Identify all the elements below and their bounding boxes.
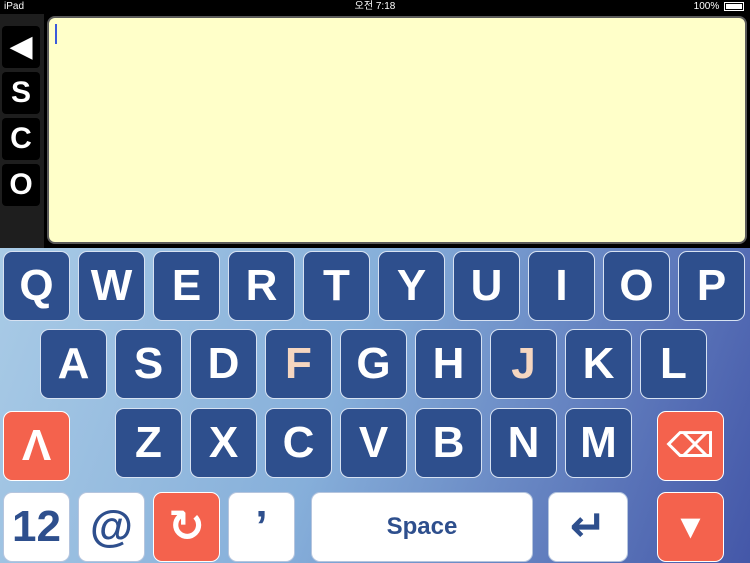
backspace-key[interactable]: ⌫	[657, 411, 724, 481]
hide-keyboard-key[interactable]: ▼	[657, 492, 724, 562]
battery-icon	[724, 1, 744, 11]
key-m[interactable]: M	[565, 408, 632, 478]
key-k[interactable]: K	[565, 329, 632, 399]
key-n[interactable]: N	[490, 408, 557, 478]
key-s[interactable]: S	[115, 329, 182, 399]
key-p[interactable]: P	[678, 251, 745, 321]
key-h[interactable]: H	[415, 329, 482, 399]
space-key[interactable]: Space	[311, 492, 533, 562]
key-w[interactable]: W	[78, 251, 145, 321]
key-q[interactable]: Q	[3, 251, 70, 321]
key-e[interactable]: E	[153, 251, 220, 321]
side-toolbar: ◀ S C O	[0, 14, 44, 248]
battery-status: 100%	[694, 0, 744, 14]
key-j[interactable]: J	[490, 329, 557, 399]
key-b[interactable]: B	[415, 408, 482, 478]
key-d[interactable]: D	[190, 329, 257, 399]
numbers-key[interactable]: 12	[3, 492, 70, 562]
key-c[interactable]: C	[265, 408, 332, 478]
key-y[interactable]: Y	[378, 251, 445, 321]
shift-key[interactable]: Λ	[3, 411, 70, 481]
key-o[interactable]: O	[603, 251, 670, 321]
return-key[interactable]: ↵	[548, 492, 628, 562]
back-button[interactable]: ◀	[2, 26, 40, 68]
text-caret	[55, 24, 57, 44]
key-f[interactable]: F	[265, 329, 332, 399]
battery-percent: 100%	[693, 1, 720, 12]
key-u[interactable]: U	[453, 251, 520, 321]
redo-key[interactable]: ↻	[153, 492, 220, 562]
key-i[interactable]: I	[528, 251, 595, 321]
key-a[interactable]: A	[40, 329, 107, 399]
key-x[interactable]: X	[190, 408, 257, 478]
status-time: 오전 7:18	[354, 1, 396, 12]
at-key[interactable]: @	[78, 492, 145, 562]
text-input-area[interactable]	[47, 16, 747, 244]
apostrophe-key[interactable]: ’	[228, 492, 295, 562]
key-g[interactable]: G	[340, 329, 407, 399]
key-z[interactable]: Z	[115, 408, 182, 478]
s-button[interactable]: S	[2, 72, 40, 114]
key-r[interactable]: R	[228, 251, 295, 321]
c-button[interactable]: C	[2, 118, 40, 160]
key-t[interactable]: T	[303, 251, 370, 321]
key-v[interactable]: V	[340, 408, 407, 478]
key-l[interactable]: L	[640, 329, 707, 399]
keyboard: Q W E R T Y U I O P A S D F G H J K L Λ …	[0, 248, 750, 563]
status-bar: iPad 오전 7:18 100%	[0, 0, 750, 14]
o-button[interactable]: O	[2, 164, 40, 206]
